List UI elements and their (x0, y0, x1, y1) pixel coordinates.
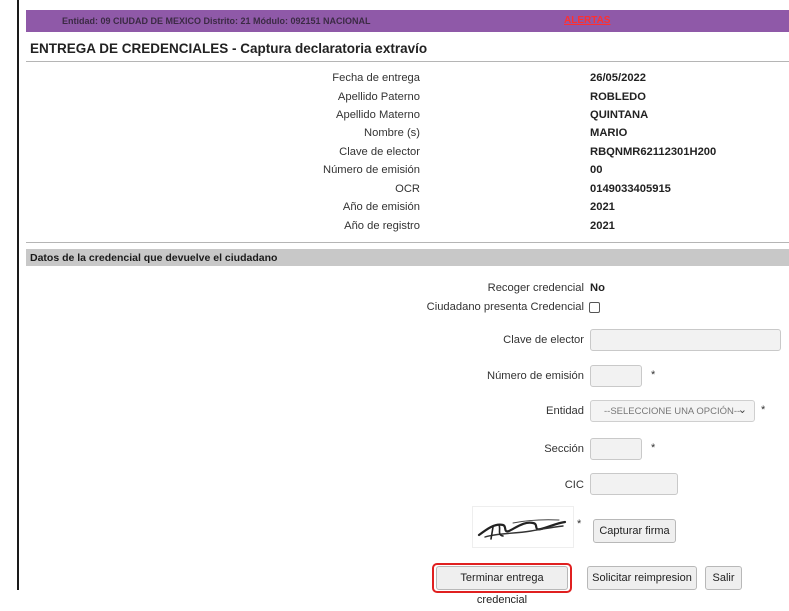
info-label: Fecha de entrega (332, 72, 420, 84)
cic-input[interactable] (590, 473, 678, 495)
info-label: Apellido Paterno (337, 91, 420, 103)
info-row: Año de emisión 2021 (300, 201, 630, 219)
info-label: Año de emisión (342, 201, 420, 213)
info-row: Apellido Materno QUINTANA (300, 109, 648, 127)
entidad-selected-value: --SELECCIONE UNA OPCIÓN-- (604, 406, 741, 417)
info-row: Clave de elector RBQNMR62112301H200 (300, 146, 716, 164)
title-divider (26, 61, 789, 62)
capturar-firma-button[interactable]: Capturar firma (593, 519, 676, 543)
required-mark: * (651, 369, 656, 381)
info-label: Número de emisión (322, 164, 420, 176)
salir-button[interactable]: Salir (705, 566, 742, 590)
info-row: OCR 0149033405915 (300, 183, 671, 201)
info-row: Nombre (s) MARIO (300, 127, 630, 145)
seccion-input[interactable] (590, 438, 642, 460)
info-value: RBQNMR62112301H200 (590, 146, 717, 158)
info-row: Número de emisión 00 (300, 164, 630, 182)
presenta-checkbox[interactable] (589, 302, 600, 313)
info-value: 00 (590, 164, 603, 176)
entidad-select[interactable]: --SELECCIONE UNA OPCIÓN-- ⌄ (590, 400, 755, 422)
info-row: Fecha de entrega 26/05/2022 (300, 72, 646, 90)
cic-label: CIC (564, 479, 584, 491)
info-divider (26, 242, 789, 243)
info-value: 26/05/2022 (590, 72, 646, 84)
required-mark: * (651, 442, 656, 454)
alertas-link[interactable]: ALERTAS (564, 15, 610, 26)
page-title: ENTREGA DE CREDENCIALES - Captura declar… (30, 41, 428, 56)
info-label: Apellido Materno (336, 109, 420, 121)
solicitar-reimpresion-button[interactable]: Solicitar reimpresion (587, 566, 697, 590)
signature-image (472, 506, 574, 548)
entidad-label: Entidad (546, 405, 584, 417)
section-header: Datos de la credencial que devuelve el c… (26, 249, 789, 266)
info-label: Nombre (s) (364, 127, 420, 139)
info-row: Apellido Paterno ROBLEDO (300, 91, 646, 109)
info-value: ROBLEDO (590, 91, 646, 103)
seccion-label: Sección (544, 443, 584, 455)
required-mark: * (761, 404, 766, 416)
highlight-box (432, 563, 572, 593)
info-label: Año de registro (344, 220, 420, 232)
clave-label: Clave de elector (503, 334, 584, 346)
info-value: QUINTANA (590, 109, 649, 121)
info-value: MARIO (590, 127, 628, 139)
chevron-down-icon: ⌄ (737, 404, 747, 416)
info-row: Año de registro 2021 (300, 220, 630, 238)
numero-emision-input[interactable] (590, 365, 642, 387)
required-mark: * (577, 518, 582, 530)
header-bar: Entidad: 09 CIUDAD DE MEXICO Distrito: 2… (26, 10, 789, 32)
info-value: 2021 (590, 201, 615, 213)
info-value: 0149033405915 (590, 183, 671, 195)
clave-elector-input[interactable] (590, 329, 781, 351)
emision-label: Número de emisión (486, 370, 584, 382)
recoger-label: Recoger credencial (487, 282, 584, 294)
info-value: 2021 (590, 220, 615, 232)
signature-icon (477, 519, 567, 540)
entidad-info: Entidad: 09 CIUDAD DE MEXICO Distrito: 2… (62, 16, 371, 26)
presenta-label: Ciudadano presenta Credencial (426, 301, 584, 313)
recoger-value: No (590, 282, 605, 294)
info-label: OCR (395, 183, 420, 195)
section-title: Datos de la credencial que devuelve el c… (30, 252, 278, 264)
info-label: Clave de elector (339, 146, 420, 158)
left-border-line (17, 0, 19, 590)
